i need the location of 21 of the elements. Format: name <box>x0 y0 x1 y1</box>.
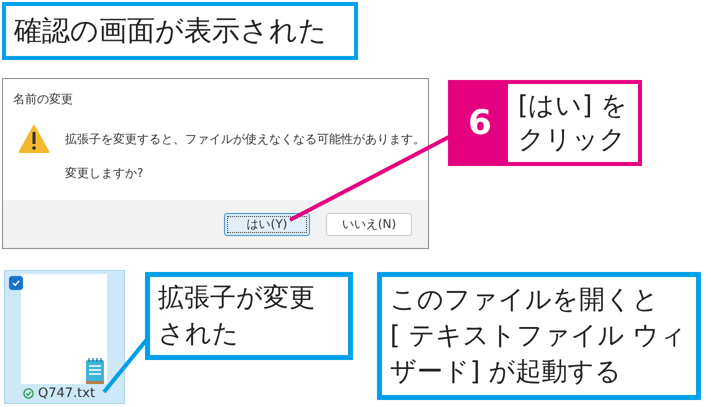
dialog-question: 変更しますか? <box>65 165 144 182</box>
file-tile[interactable]: Q747.txt <box>4 270 125 404</box>
heading-callout: 確認の画面が表示された <box>2 2 358 60</box>
checkbox[interactable] <box>9 276 23 290</box>
check-icon <box>11 278 21 288</box>
callout-text: 拡張子が変更 <box>158 282 316 315</box>
yes-button[interactable]: はい(Y) <box>224 212 310 236</box>
dialog-title: 名前の変更 <box>12 91 74 108</box>
callout-text: このファイルを開くと <box>390 284 660 317</box>
step-number: 6 <box>452 84 508 162</box>
notepad-icon <box>85 357 105 385</box>
check-circle-icon <box>23 388 34 399</box>
no-button[interactable]: いいえ(N) <box>326 212 412 236</box>
callout-text: クリック <box>518 124 627 157</box>
warning-icon <box>17 122 51 154</box>
callout-text: された <box>158 318 240 351</box>
callout-text: [ テキストファイル ウィ <box>390 320 688 353</box>
callout-text: ザード] が起動する <box>390 356 622 389</box>
callout-text: [はい] を <box>518 90 628 123</box>
dialog-message: 拡張子を変更すると、ファイルが使えなくなる可能性があります。 <box>65 131 425 148</box>
file-name: Q747.txt <box>38 387 96 400</box>
